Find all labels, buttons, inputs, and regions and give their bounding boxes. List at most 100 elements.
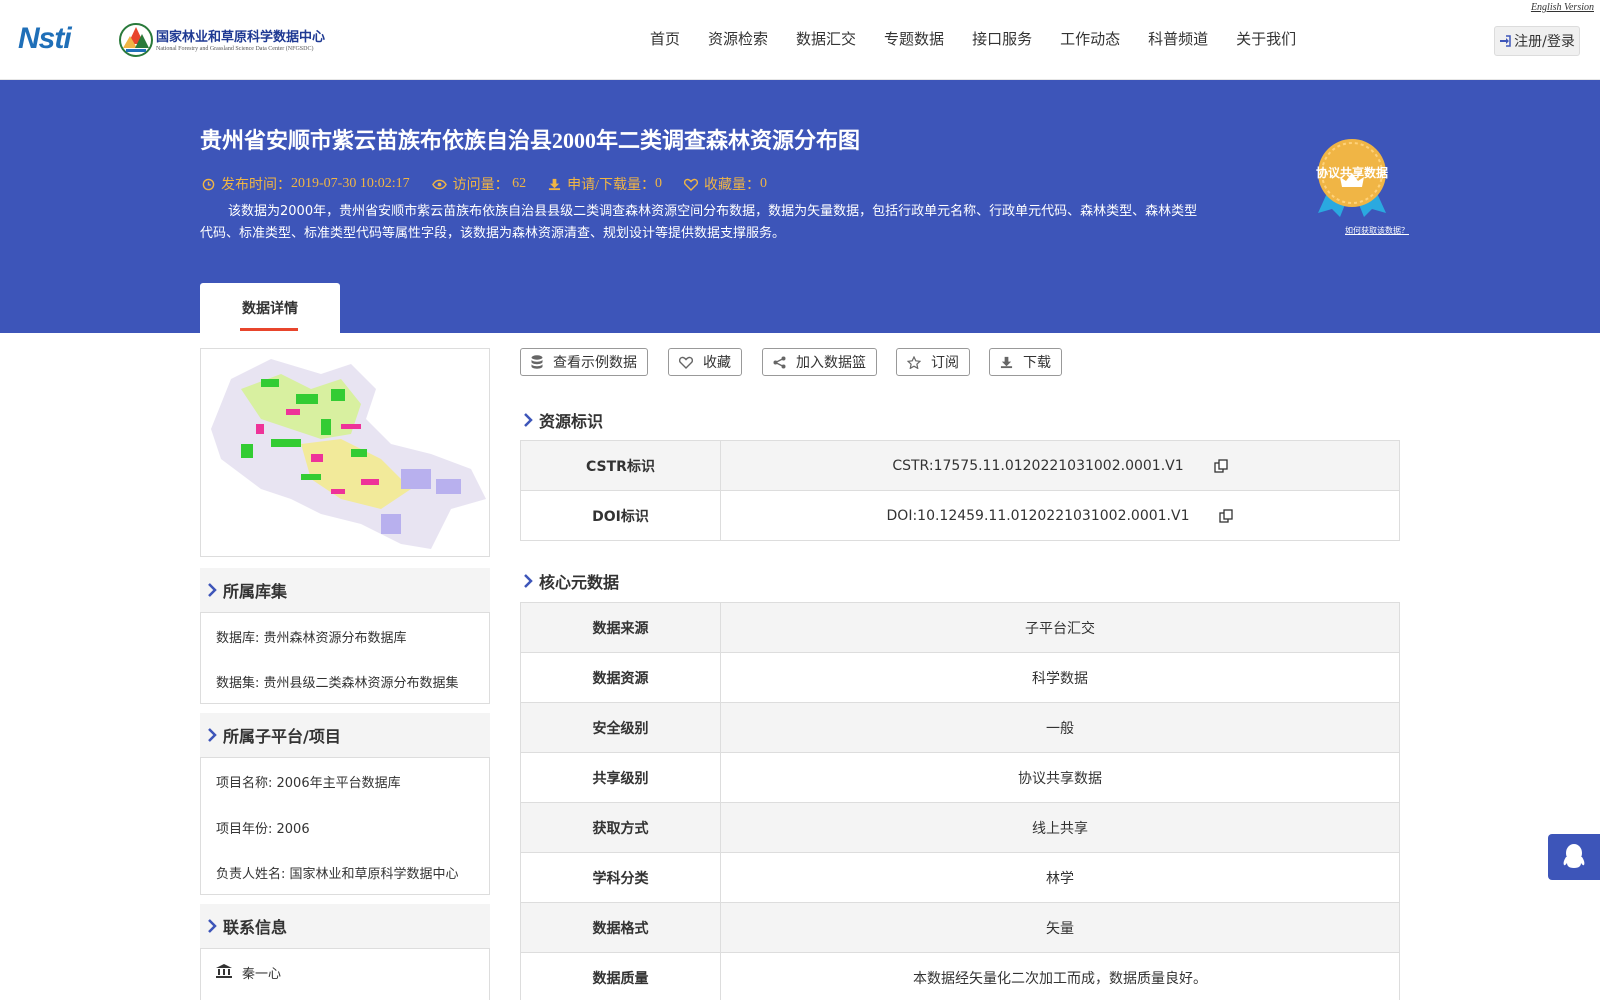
favorite-label: 收藏 bbox=[703, 355, 731, 371]
contact-name: 秦一心 bbox=[242, 967, 282, 982]
download-icon bbox=[549, 178, 561, 190]
table-row: 共享级别 协议共享数据 bbox=[521, 753, 1399, 803]
nav-news[interactable]: 工作动态 bbox=[1060, 28, 1120, 49]
download-icon bbox=[1000, 356, 1013, 368]
copy-icon[interactable] bbox=[1213, 458, 1228, 473]
org-name-en: National Forestry and Grassland Science … bbox=[156, 46, 314, 52]
table-row: CSTR标识 CSTR:17575.11.0120221031002.0001.… bbox=[521, 441, 1399, 491]
heart-icon bbox=[684, 178, 698, 191]
meta-key: 数据格式 bbox=[521, 903, 721, 952]
nsti-logo-text: Nsti bbox=[18, 22, 72, 55]
meta-value: 一般 bbox=[1046, 720, 1074, 737]
publish-label: 发布时间： bbox=[221, 178, 291, 193]
site-header: English Version Nsti 国家林业和草原科学数据中心 Natio… bbox=[0, 0, 1600, 80]
dataset-link[interactable]: 数据集: 贵州县级二类森林资源分布数据集 bbox=[216, 672, 478, 691]
project-title: 所属子平台/项目 bbox=[223, 727, 341, 746]
database-link[interactable]: 数据库: 贵州森林资源分布数据库 bbox=[216, 627, 478, 646]
add-to-basket-button[interactable]: 加入数据篮 bbox=[762, 348, 877, 376]
login-label: 注册/登录 bbox=[1514, 34, 1575, 50]
view-sample-label: 查看示例数据 bbox=[553, 355, 637, 371]
table-row: 数据质量 本数据经矢量化二次加工而成，数据质量良好。 bbox=[521, 953, 1399, 1000]
tab-data-details-label: 数据详情 bbox=[242, 301, 298, 317]
tab-active-indicator bbox=[240, 328, 298, 331]
resource-id-title: 资源标识 bbox=[539, 412, 604, 431]
visits-value: 62 bbox=[512, 176, 527, 191]
download-count: 申请/下载量： 0 bbox=[548, 174, 662, 194]
qq-contact-button[interactable] bbox=[1548, 834, 1600, 880]
dataset-meta: 发布时间： 2019-07-30 10:02:17 访问量： 62 申请/下载量：… bbox=[202, 174, 789, 194]
meta-key: 安全级别 bbox=[521, 703, 721, 752]
table-row: DOI标识 DOI:10.12459.11.0120221031002.0001… bbox=[521, 491, 1399, 540]
meta-key: 数据质量 bbox=[521, 953, 721, 1000]
collection-section-header: 所属库集 bbox=[200, 568, 490, 612]
subscribe-label: 订阅 bbox=[931, 355, 959, 371]
core-meta-header: 核心元数据 bbox=[524, 569, 619, 593]
main-nav: 首页 资源检索 数据汇交 专题数据 接口服务 工作动态 科普频道 关于我们 bbox=[650, 28, 1324, 49]
how-to-get-data-link[interactable]: 如何获取该数据？ bbox=[1345, 225, 1409, 236]
meta-value: 子平台汇交 bbox=[1025, 620, 1095, 637]
chevron-right-icon bbox=[524, 413, 533, 427]
table-row: 安全级别 一般 bbox=[521, 703, 1399, 753]
meta-value: 林学 bbox=[1046, 870, 1074, 887]
core-meta-title: 核心元数据 bbox=[539, 573, 620, 592]
nav-topic-data[interactable]: 专题数据 bbox=[884, 28, 944, 49]
dataset-thumbnail-map[interactable] bbox=[200, 348, 490, 557]
nav-about[interactable]: 关于我们 bbox=[1236, 28, 1296, 49]
nfgsdc-logo[interactable]: 国家林业和草原科学数据中心 National Forestry and Gras… bbox=[118, 22, 338, 58]
meta-key: 数据资源 bbox=[521, 653, 721, 702]
favorite-count: 收藏量： 0 bbox=[684, 174, 767, 194]
database-icon bbox=[531, 355, 543, 369]
copy-icon[interactable] bbox=[1219, 508, 1234, 523]
collection-box: 数据库: 贵州森林资源分布数据库 数据集: 贵州县级二类森林资源分布数据集 bbox=[200, 612, 490, 704]
cstr-cell: CSTR:17575.11.0120221031002.0001.V1 bbox=[721, 441, 1399, 490]
visits-label: 访问量： bbox=[452, 178, 509, 193]
subscribe-button[interactable]: 订阅 bbox=[896, 348, 970, 376]
favorites-label: 收藏量： bbox=[704, 178, 760, 193]
project-owner: 负责人姓名: 国家林业和草原科学数据中心 bbox=[216, 867, 459, 882]
download-button[interactable]: 下载 bbox=[989, 348, 1062, 376]
project-section-header: 所属子平台/项目 bbox=[200, 713, 490, 757]
downloads-label: 申请/下载量： bbox=[567, 178, 655, 193]
badge-label: 协议共享数据 bbox=[1315, 166, 1388, 180]
login-button[interactable]: 注册/登录 bbox=[1494, 26, 1580, 56]
download-label: 下载 bbox=[1023, 355, 1051, 371]
dataset-title: 贵州省安顺市紫云苗族布依族自治县2000年二类调查森林资源分布图 bbox=[200, 128, 861, 153]
nav-home[interactable]: 首页 bbox=[650, 28, 680, 49]
publish-value: 2019-07-30 10:02:17 bbox=[291, 176, 410, 191]
forest-map-image bbox=[211, 359, 486, 549]
resource-id-table: CSTR标识 CSTR:17575.11.0120221031002.0001.… bbox=[520, 440, 1400, 541]
org-name-cn: 国家林业和草原科学数据中心 bbox=[156, 30, 326, 45]
visit-count: 访问量： 62 bbox=[431, 174, 527, 194]
nav-api-service[interactable]: 接口服务 bbox=[972, 28, 1032, 49]
project-year: 项目年份: 2006 bbox=[216, 822, 310, 837]
table-row: 数据格式 矢量 bbox=[521, 903, 1399, 953]
nfgsdc-emblem-icon bbox=[119, 23, 153, 57]
nav-data-submission[interactable]: 数据汇交 bbox=[796, 28, 856, 49]
view-sample-button[interactable]: 查看示例数据 bbox=[520, 348, 648, 376]
doi-cell: DOI:10.12459.11.0120221031002.0001.V1 bbox=[721, 491, 1399, 540]
english-version-link[interactable]: English Version bbox=[1531, 2, 1594, 13]
dataset-description: 该数据为2000年，贵州省安顺市紫云苗族布依族自治县县级二类调查森林资源空间分布… bbox=[200, 204, 1198, 241]
share-icon bbox=[773, 356, 786, 368]
core-meta-table: 数据来源 子平台汇交 数据资源 科学数据 安全级别 一般 共享级别 协议共享数据… bbox=[520, 602, 1400, 1000]
contact-title: 联系信息 bbox=[223, 918, 288, 937]
doi-value: DOI:10.12459.11.0120221031002.0001.V1 bbox=[886, 507, 1190, 524]
chevron-right-icon bbox=[208, 728, 217, 742]
sign-in-icon bbox=[1500, 35, 1511, 47]
chevron-right-icon bbox=[208, 583, 217, 597]
table-row: 学科分类 林学 bbox=[521, 853, 1399, 903]
eye-icon bbox=[431, 179, 447, 189]
favorite-button[interactable]: 收藏 bbox=[668, 348, 742, 376]
collection-title: 所属库集 bbox=[223, 582, 288, 601]
nav-science-channel[interactable]: 科普频道 bbox=[1148, 28, 1208, 49]
contact-box: 秦一心 bbox=[200, 948, 490, 1000]
meta-key: 获取方式 bbox=[521, 803, 721, 852]
qq-icon bbox=[1563, 844, 1585, 868]
meta-key: 共享级别 bbox=[521, 753, 721, 802]
dataset-banner: 贵州省安顺市紫云苗族布依族自治县2000年二类调查森林资源分布图 发布时间： 20… bbox=[0, 80, 1600, 333]
publish-time: 发布时间： 2019-07-30 10:02:17 bbox=[202, 174, 410, 194]
nsti-logo[interactable]: Nsti bbox=[18, 22, 98, 56]
heart-icon bbox=[679, 356, 693, 369]
tab-data-details[interactable]: 数据详情 bbox=[200, 283, 340, 333]
nav-resource-search[interactable]: 资源检索 bbox=[708, 28, 768, 49]
